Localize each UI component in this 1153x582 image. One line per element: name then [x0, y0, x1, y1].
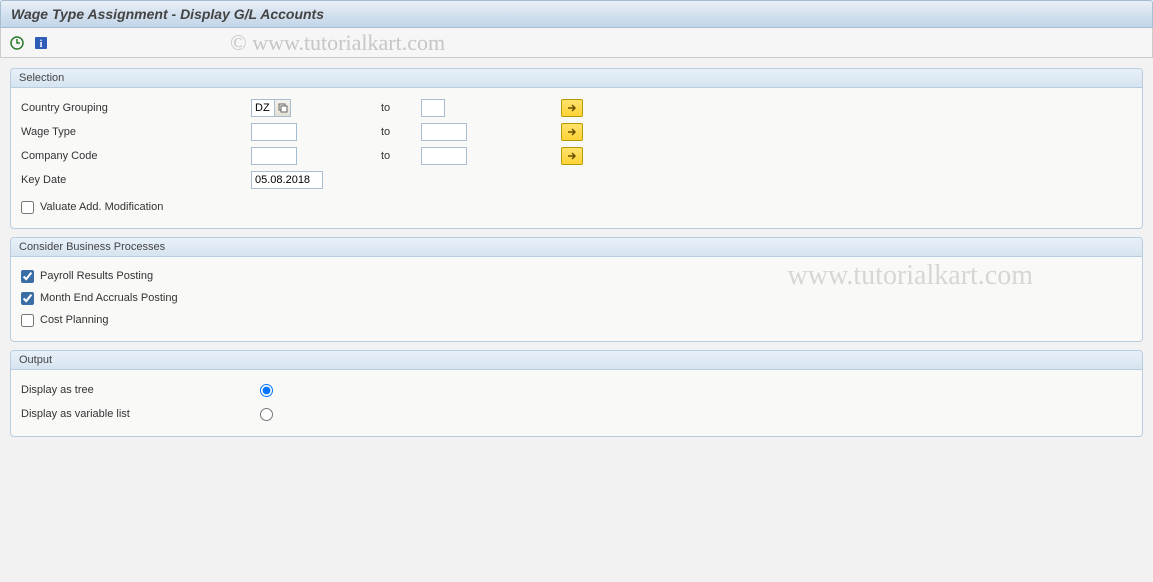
- payroll-checkbox[interactable]: [21, 270, 34, 283]
- output-group: Output Display as tree Display as variab…: [10, 350, 1143, 437]
- country-grouping-label: Country Grouping: [21, 102, 251, 114]
- wage-type-from-input[interactable]: [251, 123, 297, 141]
- arrow-right-icon: [566, 103, 578, 113]
- multiple-selection-button[interactable]: [561, 123, 583, 141]
- selection-group-header: Selection: [11, 69, 1142, 88]
- costplan-row: Cost Planning: [21, 309, 1132, 331]
- display-tree-row: Display as tree: [21, 378, 1132, 402]
- content-area: Selection Country Grouping to: [0, 58, 1153, 447]
- to-label: to: [381, 150, 421, 162]
- key-date-input[interactable]: [251, 171, 323, 189]
- payroll-row: Payroll Results Posting: [21, 265, 1132, 287]
- costplan-checkbox[interactable]: [21, 314, 34, 327]
- output-group-header: Output: [11, 351, 1142, 370]
- f4-icon: [278, 103, 288, 113]
- arrow-right-icon: [566, 127, 578, 137]
- processes-group: Consider Business Processes Payroll Resu…: [10, 237, 1143, 342]
- svg-text:i: i: [40, 39, 43, 50]
- wage-type-label: Wage Type: [21, 126, 251, 138]
- display-list-label: Display as variable list: [21, 408, 251, 420]
- valuate-label: Valuate Add. Modification: [40, 201, 163, 213]
- key-date-row: Key Date: [21, 168, 1132, 192]
- page-title: Wage Type Assignment - Display G/L Accou…: [11, 6, 324, 22]
- monthend-label: Month End Accruals Posting: [40, 292, 178, 304]
- wage-type-to-input[interactable]: [421, 123, 467, 141]
- toolbar: i: [0, 28, 1153, 58]
- company-code-row: Company Code to: [21, 144, 1132, 168]
- company-code-from-input[interactable]: [251, 147, 297, 165]
- country-grouping-row: Country Grouping to: [21, 96, 1132, 120]
- valuate-checkbox[interactable]: [21, 201, 34, 214]
- execute-button[interactable]: [7, 33, 27, 53]
- company-code-label: Company Code: [21, 150, 251, 162]
- to-label: to: [381, 126, 421, 138]
- display-list-radio[interactable]: [260, 408, 273, 421]
- f4-help-button[interactable]: [275, 99, 291, 117]
- display-tree-radio[interactable]: [260, 384, 273, 397]
- wage-type-row: Wage Type to: [21, 120, 1132, 144]
- processes-group-header: Consider Business Processes: [11, 238, 1142, 257]
- execute-icon: [9, 35, 25, 51]
- display-list-row: Display as variable list: [21, 402, 1132, 426]
- multiple-selection-button[interactable]: [561, 147, 583, 165]
- company-code-to-input[interactable]: [421, 147, 467, 165]
- country-grouping-to-input[interactable]: [421, 99, 445, 117]
- title-bar: Wage Type Assignment - Display G/L Accou…: [0, 0, 1153, 28]
- info-icon: i: [34, 36, 48, 50]
- key-date-label: Key Date: [21, 174, 251, 186]
- country-grouping-from-input[interactable]: [251, 99, 275, 117]
- to-label: to: [381, 102, 421, 114]
- selection-group: Selection Country Grouping to: [10, 68, 1143, 229]
- monthend-checkbox[interactable]: [21, 292, 34, 305]
- monthend-row: Month End Accruals Posting: [21, 287, 1132, 309]
- info-button[interactable]: i: [31, 33, 51, 53]
- multiple-selection-button[interactable]: [561, 99, 583, 117]
- payroll-label: Payroll Results Posting: [40, 270, 153, 282]
- display-tree-label: Display as tree: [21, 384, 251, 396]
- arrow-right-icon: [566, 151, 578, 161]
- costplan-label: Cost Planning: [40, 314, 109, 326]
- valuate-row: Valuate Add. Modification: [21, 196, 1132, 218]
